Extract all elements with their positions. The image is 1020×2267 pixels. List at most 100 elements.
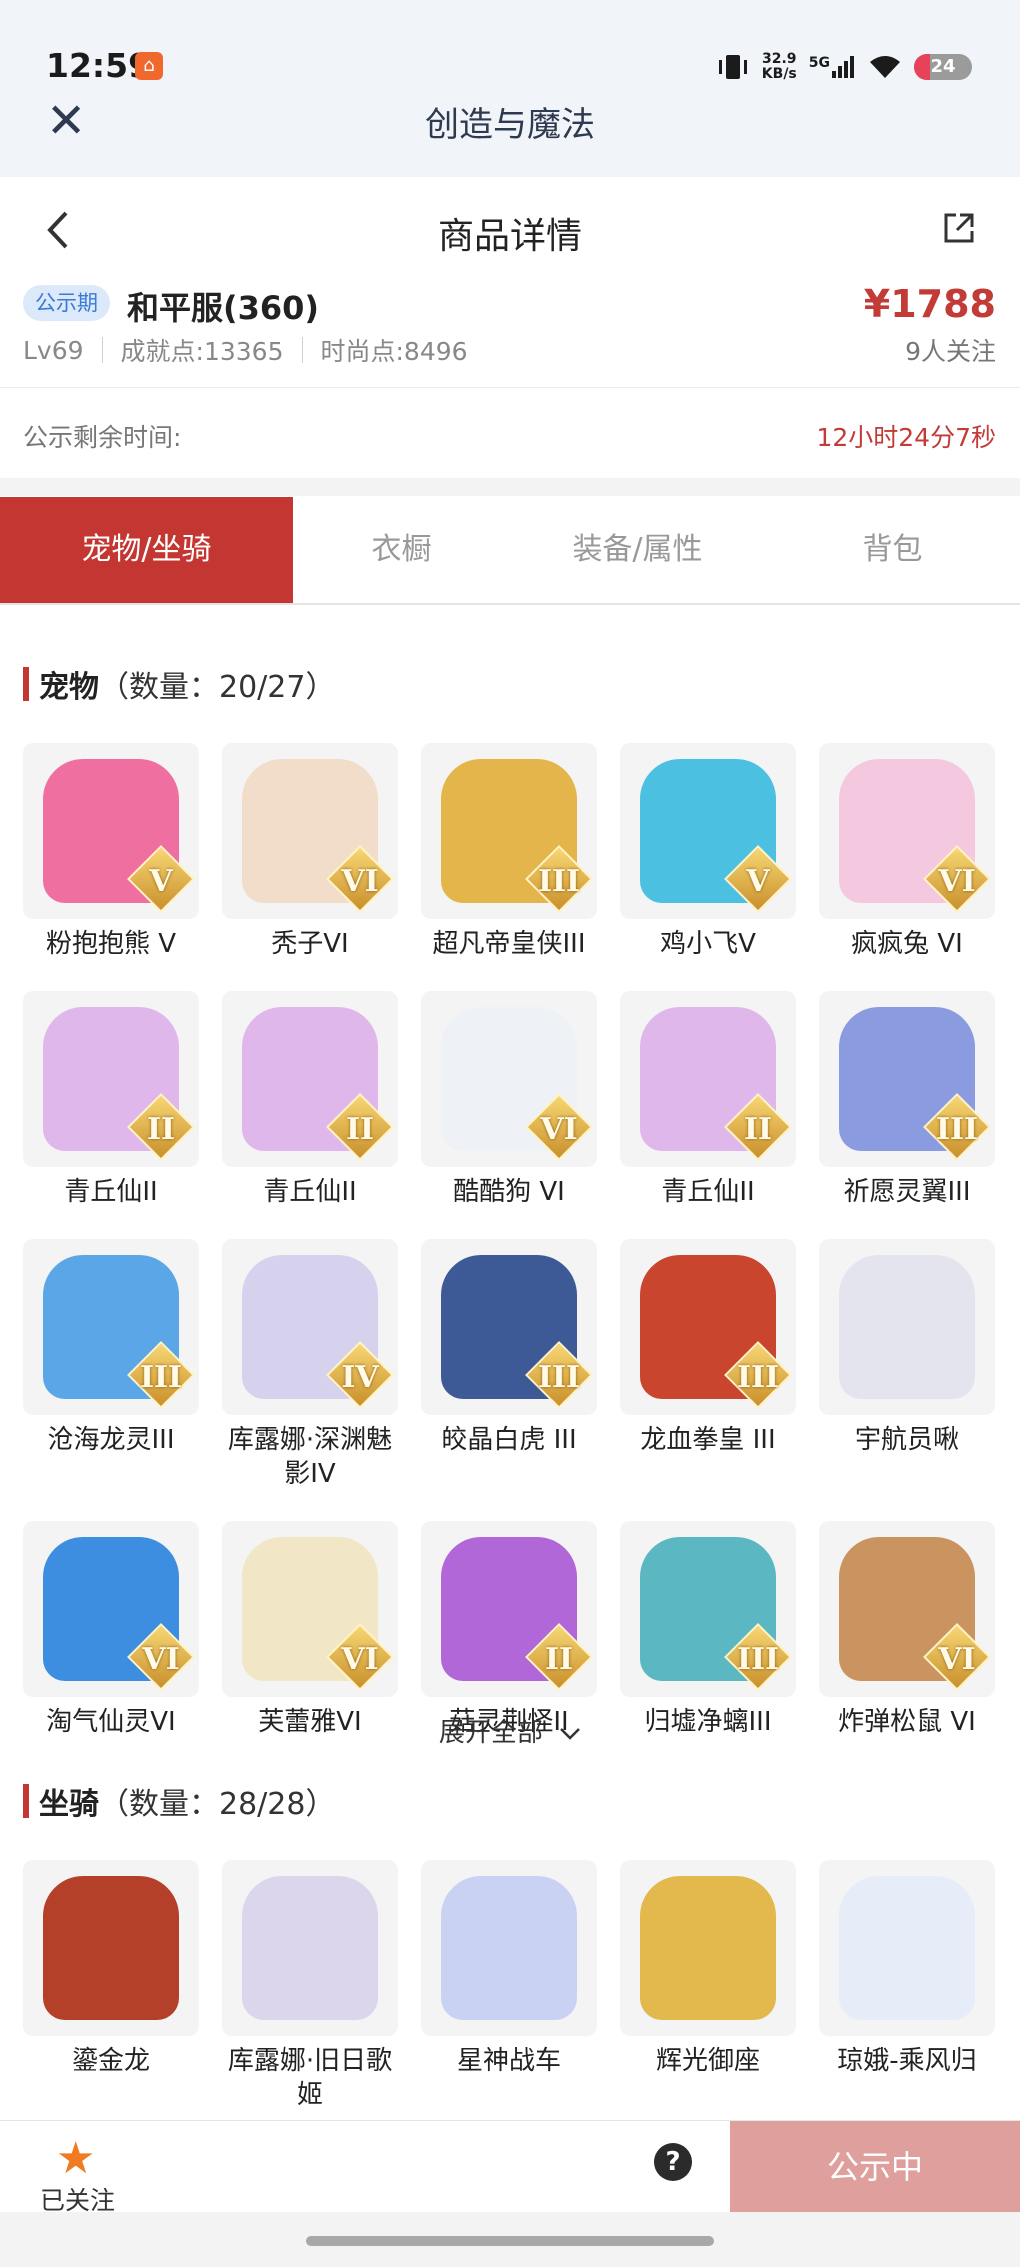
pet-item-label: 青丘仙II (64, 1177, 158, 1207)
pet-item-label: 青丘仙II (661, 1177, 755, 1207)
chevron-down-icon (560, 1728, 581, 1740)
pet-item[interactable]: VI 淘气仙灵VI (23, 1521, 199, 1739)
app-notification-icon: ⌂ (135, 52, 163, 80)
mounts-grid: 鎏金龙 库露娜·旧日歌姬 星神战车 辉光御座 琼娥-乘风归 (23, 1860, 998, 2112)
mount-item-label: 辉光御座 (655, 2046, 760, 2076)
grade-label: VI (341, 1642, 379, 1677)
signal-icon (832, 56, 854, 78)
grade-label: II (146, 1112, 176, 1147)
divider (101, 337, 103, 363)
mount-item-artwork (839, 1876, 975, 2020)
pet-item[interactable]: III 祈愿灵翼III (819, 991, 995, 1209)
help-icon[interactable]: ? (654, 2143, 692, 2181)
account-stats: Lv69 成就点:13365 时尚点:8496 (23, 332, 468, 368)
mount-item-image (819, 1860, 995, 2036)
grade-label: V (149, 864, 173, 899)
pet-item-label: 宇航员啾 (854, 1425, 959, 1455)
star-icon[interactable]: ★ (56, 2137, 95, 2181)
mount-item-image (421, 1860, 597, 2036)
mount-item-image (222, 1860, 398, 2036)
page-title: 商品详情 (437, 216, 582, 257)
grade-label: V (746, 864, 770, 899)
countdown-label: 公示剩余时间: (23, 423, 182, 452)
pet-item[interactable]: II 青丘仙II (23, 991, 199, 1209)
pet-item-artwork (839, 1255, 975, 1399)
status-badge: 公示期 (23, 285, 110, 321)
grade-label: VI (540, 1112, 578, 1147)
home-indicator[interactable] (306, 2236, 714, 2246)
network-type: 5G (808, 55, 830, 71)
pet-item[interactable]: V 鸡小飞V (620, 743, 796, 961)
mount-item[interactable]: 鎏金龙 (23, 1860, 199, 2112)
status-bar: 12:59 ⌂ 32.9 KB/s 5G 24 (0, 0, 1020, 95)
pet-item-label: 鸡小飞V (660, 929, 756, 959)
mount-item[interactable]: 辉光御座 (620, 1860, 796, 2112)
pet-item[interactable]: III 超凡帝皇侠III (421, 743, 597, 961)
tab-equipment[interactable]: 装备/属性 (510, 497, 765, 603)
pet-item-image: V (23, 743, 199, 919)
tab-backpack[interactable]: 背包 (765, 497, 1020, 603)
pet-item[interactable]: II 青丘仙II (620, 991, 796, 1209)
pet-item[interactable]: VI 疯疯兔 VI (819, 743, 995, 961)
mount-item-label: 鎏金龙 (71, 2046, 150, 2076)
cellular-signal: 5G (809, 56, 856, 78)
server-name: 和平服(360) (127, 289, 320, 327)
pet-item-image: VI (222, 743, 398, 919)
expand-all-button[interactable]: 展开全部 (0, 1712, 1020, 1749)
pet-item-image: III (819, 991, 995, 1167)
mount-item-label: 库露娜·旧日歌姬 (227, 2046, 393, 2110)
pet-item[interactable]: VI 炸弹松鼠 VI (819, 1521, 995, 1739)
pet-item[interactable]: III 沧海龙灵III (23, 1239, 199, 1491)
pet-item[interactable]: VI 酷酷狗 VI (421, 991, 597, 1209)
mount-item[interactable]: 星神战车 (421, 1860, 597, 2112)
mount-item-label: 星神战车 (456, 2046, 561, 2076)
tab-pets-mounts[interactable]: 宠物/坐骑 (0, 497, 293, 603)
battery-indicator: 24 (914, 54, 972, 80)
section-count: （数量：20/27） (99, 670, 336, 705)
pet-item[interactable]: VI 秃子VI (222, 743, 398, 961)
mount-item-artwork (640, 1876, 776, 2020)
section-title: 宠物 (39, 670, 99, 705)
pet-item-image: II (421, 1521, 597, 1697)
app-bar: ✕ 创造与魔法 (0, 95, 1020, 177)
pet-item-image: II (620, 991, 796, 1167)
achievement-points: 成就点:13365 (120, 337, 284, 366)
pet-item[interactable]: V 粉抱抱熊 V (23, 743, 199, 961)
price: ¥1788 (863, 282, 996, 326)
mount-item[interactable]: 库露娜·旧日歌姬 (222, 1860, 398, 2112)
pet-item[interactable]: 宇航员啾 (819, 1239, 995, 1491)
share-icon[interactable] (942, 211, 976, 245)
pet-item-label: 超凡帝皇侠III (432, 929, 586, 959)
grade-label: VI (938, 864, 976, 899)
pet-item-label: 秃子VI (271, 929, 349, 959)
section-spacer (0, 478, 1020, 496)
mount-item[interactable]: 琼娥-乘风归 (819, 1860, 995, 2112)
pet-item[interactable]: II 青丘仙II (222, 991, 398, 1209)
grade-label: VI (341, 864, 379, 899)
divider (301, 337, 303, 363)
grade-label: III (537, 1360, 581, 1395)
pet-item-image: VI (222, 1521, 398, 1697)
pet-item[interactable]: III 龙血拳皇 III (620, 1239, 796, 1491)
publicity-status-button[interactable]: 公示中 (730, 2121, 1020, 2213)
pet-item[interactable]: III 皎晶白虎 III (421, 1239, 597, 1491)
bottom-action-bar: ★ 已关注 ? 公示中 (0, 2120, 1020, 2215)
pets-grid: V 粉抱抱熊 V VI 秃子VI III 超凡帝皇侠III V 鸡小飞V VI 疯疯兔 VI II 青… (23, 743, 998, 1739)
pet-item[interactable]: IV 库露娜·深渊魅影IV (222, 1239, 398, 1491)
pet-item-label: 沧海龙灵III (47, 1425, 175, 1455)
pet-item[interactable]: II 菇灵荆怪II (421, 1521, 597, 1739)
pet-item-label: 粉抱抱熊 V (45, 929, 177, 959)
section-title: 坐骑 (39, 1787, 99, 1822)
fashion-points: 时尚点:8496 (320, 337, 468, 366)
grade-label: III (935, 1112, 979, 1147)
pet-item-image: III (421, 743, 597, 919)
pet-item[interactable]: III 归墟净螭III (620, 1521, 796, 1739)
pet-item-label: 龙血拳皇 III (640, 1425, 776, 1455)
pet-item[interactable]: VI 芙蕾雅VI (222, 1521, 398, 1739)
tab-bar: 宠物/坐骑 衣橱 装备/属性 背包 (0, 497, 1020, 605)
countdown-value: 12小时24分7秒 (816, 423, 996, 452)
mounts-section-header: 坐骑 （数量：28/28） (23, 1783, 335, 1822)
tab-wardrobe[interactable]: 衣橱 (293, 497, 510, 603)
mount-item-artwork (441, 1876, 577, 2020)
mount-item-image (23, 1860, 199, 2036)
